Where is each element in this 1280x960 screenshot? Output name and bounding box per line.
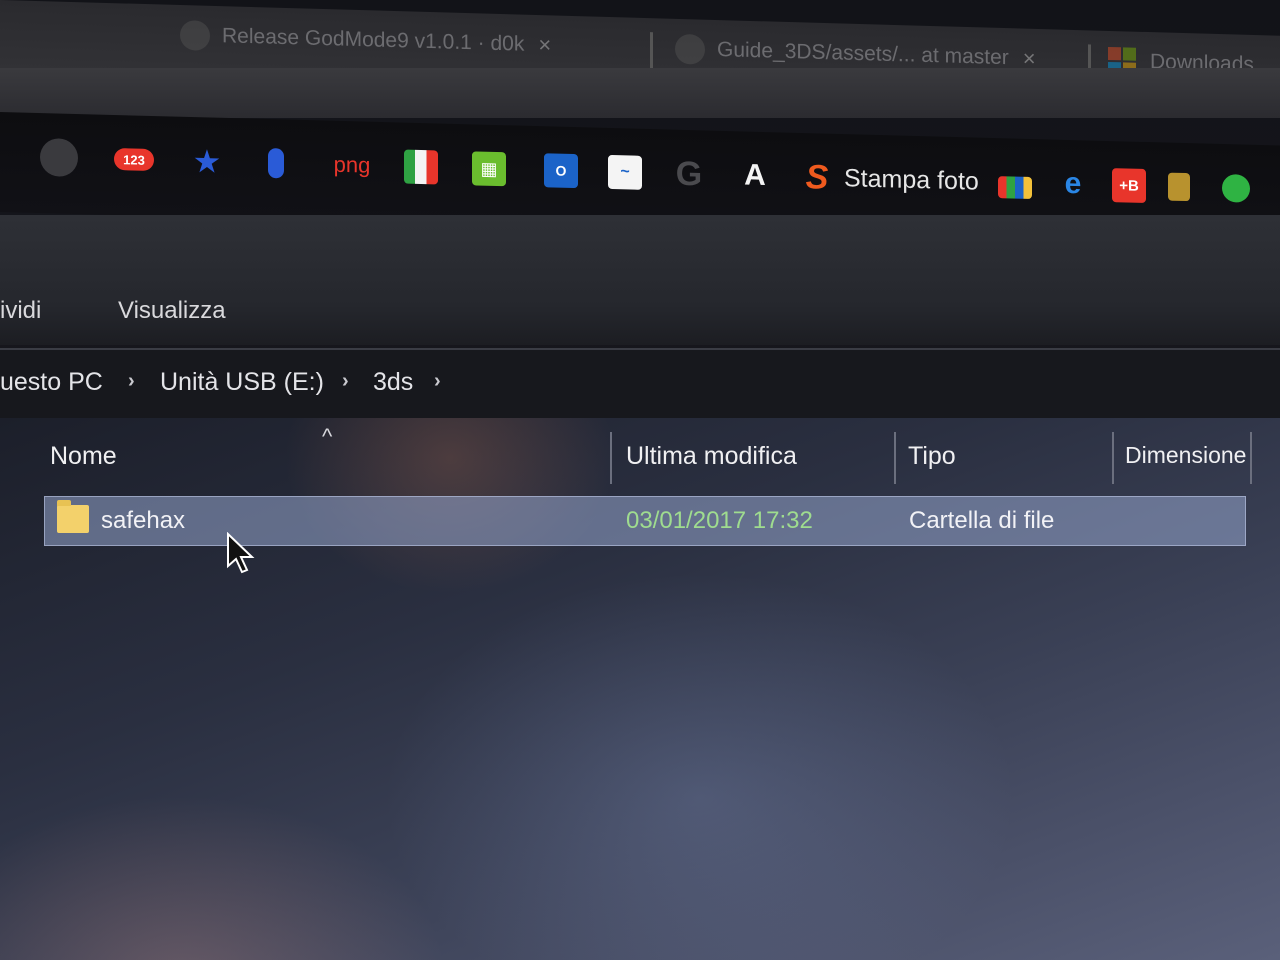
star-icon: ★: [192, 143, 222, 180]
signature-icon: ~: [608, 154, 642, 190]
tab-separator: [650, 32, 653, 73]
bookmark-green-grid[interactable]: ▦: [472, 148, 506, 189]
google-icon: G: [675, 154, 703, 193]
bookmark-stampa-foto[interactable]: S Stampa foto: [800, 157, 979, 202]
explorer-ribbon: ividi Visualizza: [0, 215, 1280, 345]
chevron-right-icon[interactable]: ›: [342, 370, 349, 393]
bookmark-ie[interactable]: e: [1056, 164, 1090, 205]
column-divider[interactable]: [1250, 432, 1252, 484]
bookmark-label: Stampa foto: [844, 163, 979, 196]
column-header-size[interactable]: Dimensione: [1125, 442, 1246, 469]
file-list: ^ Nome Ultima modifica Tipo Dimensione s…: [0, 418, 1280, 960]
bookmark-lion[interactable]: [1168, 167, 1190, 208]
folder-icon: [57, 500, 89, 533]
lion-icon: [1168, 172, 1190, 202]
breadcrumb: uesto PC › Unità USB (E:) › 3ds ›: [0, 348, 1280, 420]
tab-godmode9-release[interactable]: Release GodMode9 v1.0.1 · d0k ×: [180, 7, 640, 76]
omnibox-area: [0, 68, 1280, 118]
bookmark-outlook[interactable]: O: [544, 150, 578, 191]
bookmark-chrome-app[interactable]: [40, 137, 78, 178]
column-divider[interactable]: [610, 432, 612, 484]
flag-icon: [404, 149, 438, 185]
bookmark-microphone[interactable]: [268, 143, 284, 183]
sort-ascending-icon: ^: [322, 424, 333, 449]
tab-title: Release GodMode9 v1.0.1 · d0k: [222, 24, 525, 56]
column-header-modified[interactable]: Ultima modifica: [626, 442, 797, 471]
close-icon[interactable]: ×: [538, 32, 551, 58]
bookmark-witfe[interactable]: A: [738, 155, 772, 196]
column-header-name[interactable]: Nome: [50, 442, 117, 471]
microphone-icon: [268, 148, 284, 179]
green-grid-icon: ▦: [472, 151, 506, 187]
breadcrumb-3ds[interactable]: 3ds: [373, 368, 413, 397]
cell-type: Cartella di file: [909, 507, 1055, 534]
bookmark-whatsapp[interactable]: [1222, 168, 1250, 209]
tab-title: Guide_3DS/assets/... at master: [717, 38, 1009, 70]
shopping-bag-icon: [998, 176, 1032, 200]
github-icon: [675, 33, 705, 65]
column-header-type[interactable]: Tipo: [908, 442, 956, 471]
plus-b-icon: +B: [1112, 168, 1146, 204]
github-icon: [180, 20, 210, 51]
outlook-icon: O: [544, 153, 578, 189]
witfe-icon: A: [744, 158, 766, 193]
column-divider[interactable]: [894, 432, 896, 484]
counter-badge-icon: 123: [114, 147, 154, 172]
breadcrumb-questo-pc[interactable]: uesto PC: [0, 368, 103, 397]
whatsapp-icon: [1222, 173, 1250, 203]
tab-visualizza[interactable]: Visualizza: [118, 297, 226, 325]
bookmark-flag[interactable]: [404, 147, 438, 188]
bookmark-google[interactable]: G: [672, 154, 706, 195]
chevron-right-icon[interactable]: ›: [434, 370, 441, 393]
cell-modified: 03/01/2017 17:32: [626, 507, 813, 534]
breadcrumb-usb-drive[interactable]: Unità USB (E:): [160, 368, 324, 397]
tab-condividi[interactable]: ividi: [0, 297, 41, 325]
column-divider[interactable]: [1112, 432, 1114, 484]
s-logo-icon: S: [805, 157, 829, 197]
bookmark-shopping-bag[interactable]: [998, 162, 1032, 203]
bookmark-plus-b[interactable]: +B: [1112, 165, 1146, 206]
bookmark-123[interactable]: 123: [114, 139, 154, 180]
bookmark-star[interactable]: ★: [190, 141, 224, 182]
cell-name: safehax: [101, 507, 186, 534]
bookmark-signature[interactable]: ~: [608, 152, 642, 193]
chevron-right-icon[interactable]: ›: [128, 370, 135, 393]
screen: Release GodMode9 v1.0.1 · d0k × Guide_3D…: [0, 0, 1280, 960]
png-text-icon: png: [333, 151, 371, 178]
table-row[interactable]: safehax 03/01/2017 17:32 Cartella di fil…: [44, 496, 1246, 546]
ie-icon: e: [1064, 166, 1082, 201]
bookmark-png[interactable]: png: [332, 145, 372, 186]
chrome-app-icon: [40, 138, 78, 178]
